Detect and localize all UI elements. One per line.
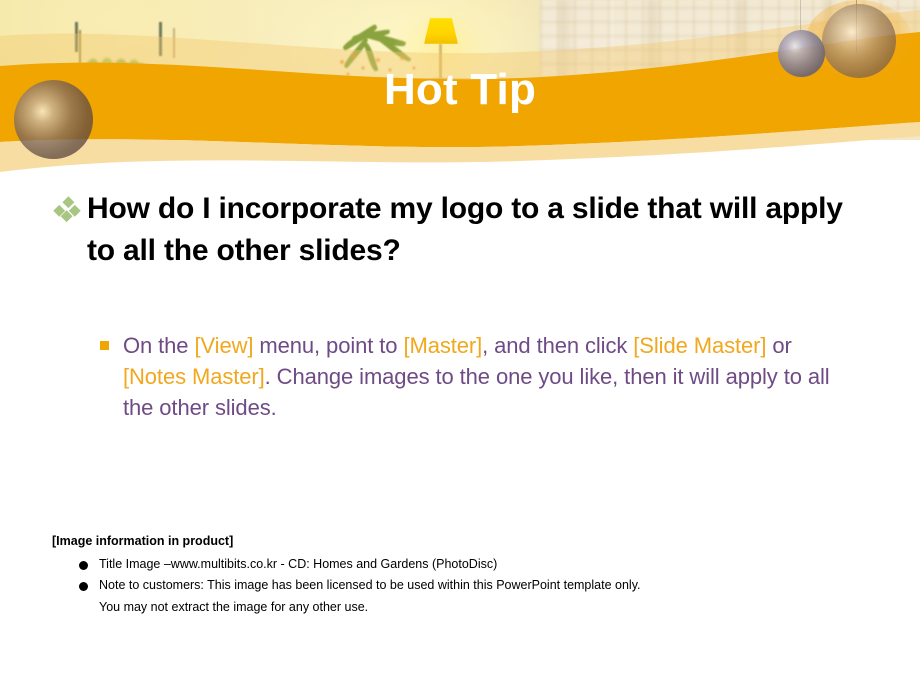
filled-circle-bullet-icon xyxy=(79,560,88,570)
footnote-list: Title Image –www.multibits.co.kr - CD: H… xyxy=(52,554,882,619)
slide-title: Hot Tip xyxy=(383,65,537,114)
answer-segment-3: , and then click xyxy=(482,333,634,358)
footnote-list-item: Note to customers: This image has been l… xyxy=(79,575,882,597)
answer-body-row: On the [View] menu, point to [Master], a… xyxy=(100,330,860,424)
question-heading-row: How do I incorporate my logo to a slide … xyxy=(52,188,862,272)
answer-segment-2: menu, point to xyxy=(253,333,404,358)
answer-keyword-master: [Master] xyxy=(403,333,483,358)
footnote-title: [Image information in product] xyxy=(52,534,234,548)
footnote-item-text: Note to customers: This image has been l… xyxy=(99,578,641,593)
footnote-item-text: Title Image –www.multibits.co.kr - CD: H… xyxy=(99,556,498,571)
filled-circle-bullet-icon xyxy=(79,582,88,592)
diamond-cluster-bullet-icon xyxy=(53,196,81,223)
answer-segment-4: or xyxy=(766,333,792,358)
answer-keyword-notes-master: [Notes Master] xyxy=(123,364,265,390)
decorative-sphere-large-right-tint xyxy=(822,4,896,78)
question-heading-text: How do I incorporate my logo to a slide … xyxy=(87,192,843,267)
answer-keyword-view: [View] xyxy=(194,333,254,358)
answer-body-text: On the [View] menu, point to [Master], a… xyxy=(123,330,860,424)
sphere-hanging-line xyxy=(800,0,801,34)
square-bullet-icon xyxy=(100,341,109,350)
image-information-footnote: [Image information in product] Title Ima… xyxy=(52,532,882,618)
footnote-list-item: Title Image –www.multibits.co.kr - CD: H… xyxy=(79,554,882,576)
answer-keyword-slide-master: [Slide Master] xyxy=(633,333,767,358)
powerpoint-slide: Hot Tip How do I incorporate my logo to … xyxy=(0,0,920,690)
slide-header-banner: Hot Tip xyxy=(0,0,920,180)
answer-segment-1: On the xyxy=(123,333,195,358)
footnote-continuation-text: You may not extract the image for any ot… xyxy=(99,599,369,614)
